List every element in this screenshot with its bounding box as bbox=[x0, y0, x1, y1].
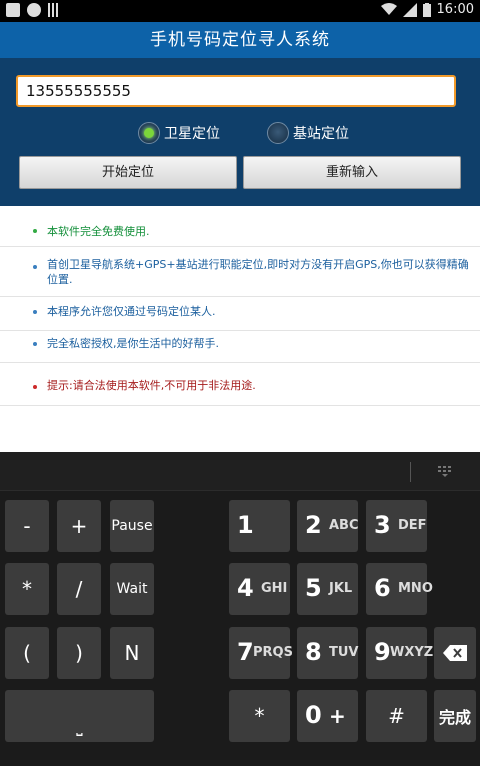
clock-time: 16:00 bbox=[436, 2, 474, 17]
key-2[interactable]: 2 ABC bbox=[297, 500, 359, 552]
keyboard-hide-icon[interactable] bbox=[437, 465, 453, 477]
backspace-icon bbox=[443, 645, 467, 661]
key-1[interactable]: 1 bbox=[229, 500, 290, 552]
key-wait[interactable]: Wait bbox=[110, 563, 154, 615]
wifi-icon bbox=[380, 3, 397, 15]
backspace-key[interactable] bbox=[434, 627, 476, 679]
list-item: 提示:请合法使用本软件,不可用于非法用途. bbox=[0, 363, 480, 406]
done-key[interactable]: 完成 bbox=[434, 690, 476, 742]
radio-satellite-label: 卫星定位 bbox=[164, 126, 220, 142]
key-3[interactable]: 3 DEF bbox=[366, 500, 427, 552]
bullet-icon bbox=[33, 310, 37, 314]
radio-satellite[interactable]: 卫星定位 bbox=[138, 122, 220, 144]
bullet-icon bbox=[33, 265, 37, 269]
signal-icon bbox=[402, 2, 417, 17]
list-item: 本软件完全免费使用. bbox=[0, 206, 480, 247]
radio-checked-icon bbox=[138, 122, 160, 144]
key-slash[interactable]: / bbox=[57, 563, 101, 615]
list-item: 本程序允许您仅通过号码定位某人. bbox=[0, 297, 480, 331]
notification-icon bbox=[6, 3, 20, 17]
bullet-icon bbox=[33, 229, 37, 233]
key-close-paren[interactable]: ) bbox=[57, 627, 101, 679]
reenter-button[interactable]: 重新输入 bbox=[243, 156, 461, 189]
key-hash[interactable]: # bbox=[366, 690, 427, 742]
radio-cell-tower[interactable]: 基站定位 bbox=[267, 122, 349, 144]
key-open-paren[interactable]: ( bbox=[5, 627, 49, 679]
radio-unchecked-icon bbox=[267, 122, 289, 144]
key-star[interactable]: * bbox=[229, 690, 290, 742]
bullet-icon bbox=[33, 385, 37, 389]
wechat-icon bbox=[27, 3, 41, 17]
key-asterisk[interactable]: * bbox=[5, 563, 49, 615]
radio-cell-tower-label: 基站定位 bbox=[293, 126, 349, 142]
start-locate-button[interactable]: 开始定位 bbox=[19, 156, 237, 189]
app-title: 手机号码定位寻人系统 bbox=[0, 22, 480, 58]
info-list: 本软件完全免费使用. 首创卫星导航系统+GPS+基站进行职能定位,即时对方没有开… bbox=[0, 206, 480, 452]
key-plus[interactable]: + bbox=[57, 500, 101, 552]
battery-icon bbox=[422, 2, 431, 17]
status-bar: 16:00 bbox=[0, 0, 480, 22]
key-minus[interactable]: - bbox=[5, 500, 49, 552]
key-9[interactable]: 9 WXYZ bbox=[366, 627, 433, 679]
list-item: 首创卫星导航系统+GPS+基站进行职能定位,即时对方没有开启GPS,你也可以获得… bbox=[0, 247, 480, 297]
key-8[interactable]: 8 TUV bbox=[297, 627, 359, 679]
list-item: 完全私密授权,是你生活中的好帮手. bbox=[0, 331, 480, 363]
key-pause[interactable]: Pause bbox=[110, 500, 154, 552]
key-0[interactable]: 0 + bbox=[297, 690, 358, 742]
key-5[interactable]: 5 JKL bbox=[297, 563, 358, 615]
input-panel: 卫星定位 基站定位 开始定位 重新输入 bbox=[0, 58, 480, 206]
bullet-icon bbox=[33, 342, 37, 346]
keyboard-toolbar bbox=[0, 452, 480, 491]
key-7[interactable]: 7 PRQS bbox=[229, 627, 293, 679]
barcode-icon bbox=[48, 3, 60, 17]
key-space[interactable]: ⎵ bbox=[5, 690, 154, 742]
numeric-keyboard: - + Pause * / Wait ( ) N ⎵ 1 2 ABC 3 DEF… bbox=[0, 452, 480, 766]
key-n[interactable]: N bbox=[110, 627, 154, 679]
key-4[interactable]: 4 GHI bbox=[229, 563, 290, 615]
phone-number-input[interactable] bbox=[16, 75, 456, 107]
key-6[interactable]: 6 MNO bbox=[366, 563, 433, 615]
